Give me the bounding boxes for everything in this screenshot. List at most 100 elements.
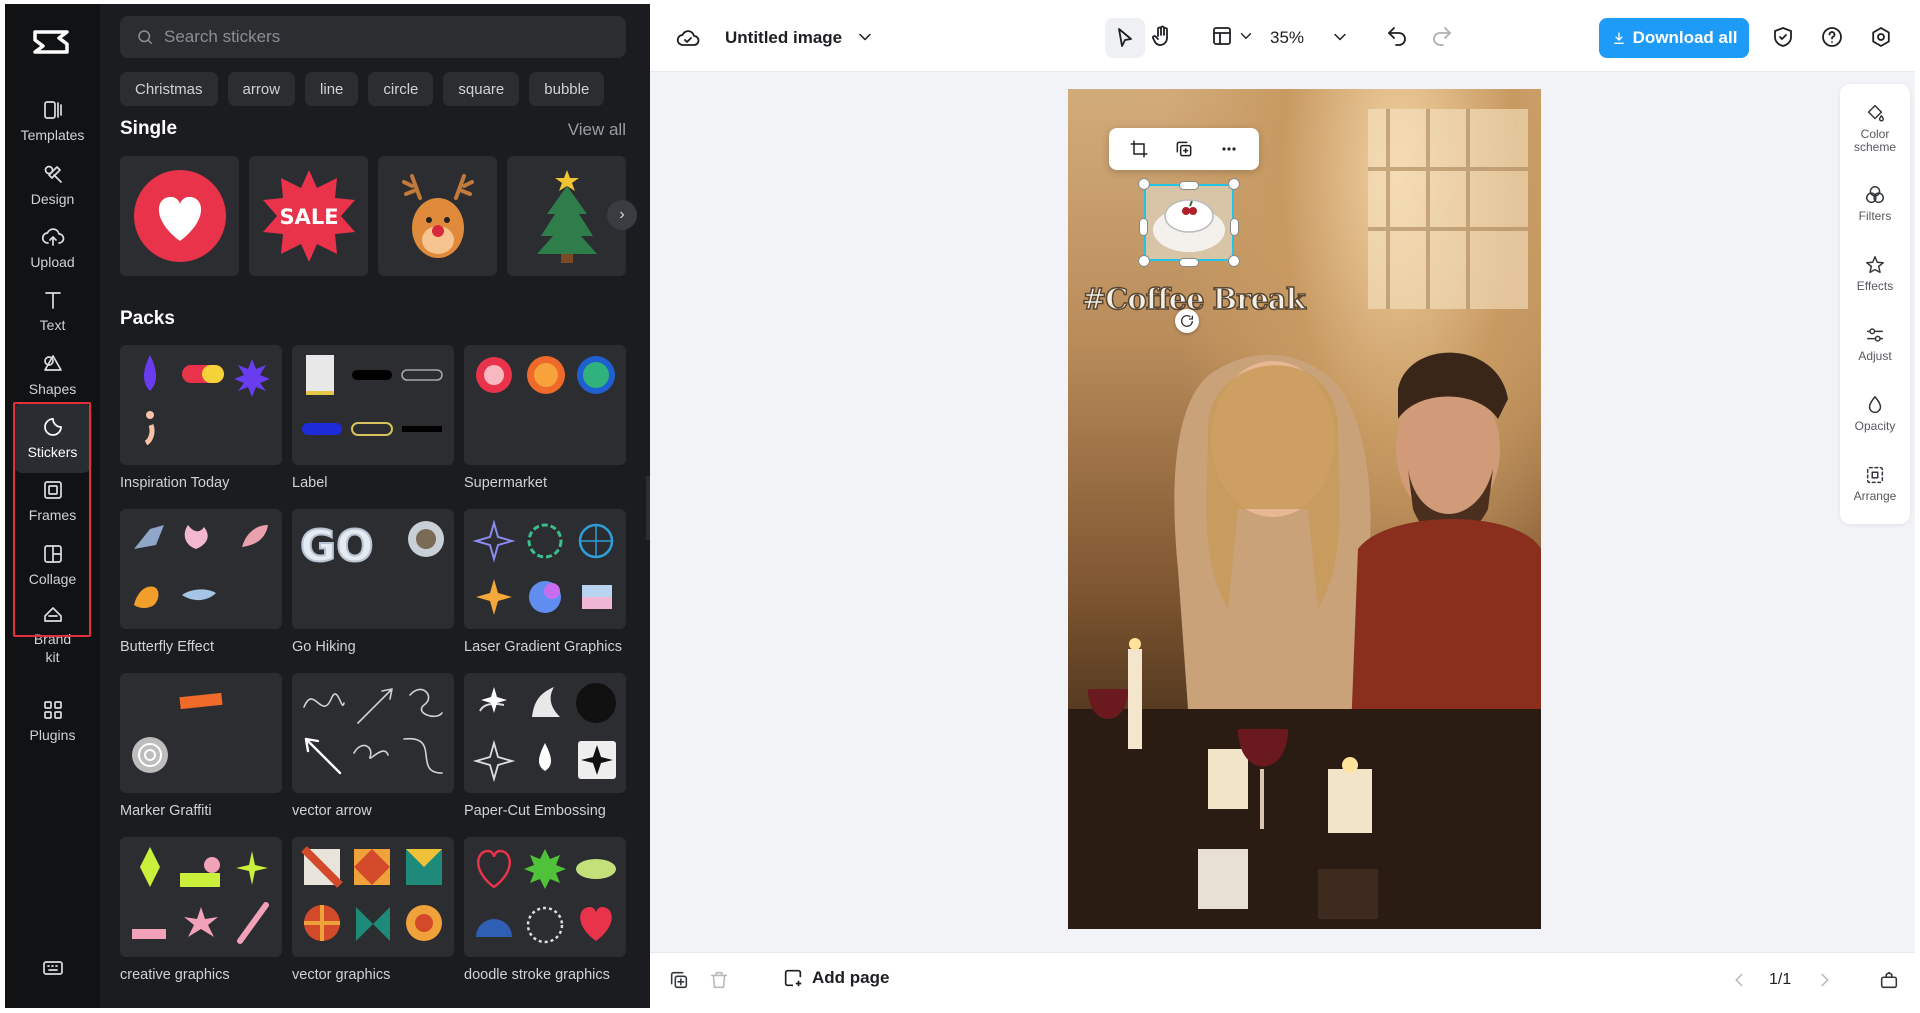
pack-label-pack[interactable]: Label: [292, 345, 454, 491]
pack-creative-graphics[interactable]: creative graphics: [120, 837, 282, 983]
page-indicator: 1/1: [1769, 971, 1792, 988]
pack-label: Marker Graffiti: [120, 803, 212, 819]
more-options-icon[interactable]: [1219, 139, 1239, 159]
undo-button[interactable]: [1385, 24, 1409, 48]
duplicate-page-button[interactable]: [668, 969, 690, 996]
rail-item-stickers[interactable]: Stickers: [13, 403, 92, 473]
rr-arrange[interactable]: Arrange: [1840, 464, 1910, 503]
chip-bubble[interactable]: bubble: [529, 72, 605, 106]
redo-button[interactable]: [1430, 24, 1454, 48]
arrange-icon: [1866, 466, 1884, 484]
select-tool-button[interactable]: [1105, 18, 1145, 58]
canvas-photo[interactable]: [1068, 89, 1541, 929]
resize-handle-left[interactable]: [1139, 218, 1148, 236]
rotate-handle[interactable]: [1175, 309, 1199, 333]
resize-handle-top-left[interactable]: [1138, 178, 1150, 190]
chip-circle[interactable]: circle: [368, 72, 434, 106]
search-icon: [138, 30, 153, 45]
rail-item-design[interactable]: Design: [13, 150, 92, 220]
layout-chevron-icon[interactable]: [1237, 27, 1255, 45]
rail-item-shapes[interactable]: Shapes: [13, 340, 92, 410]
capcut-logo-icon[interactable]: [29, 22, 73, 62]
layout-button[interactable]: [1210, 24, 1234, 48]
view-all-link[interactable]: View all: [568, 120, 626, 140]
gear-icon: [1872, 27, 1890, 47]
pack-doodle-stroke-graphics[interactable]: doodle stroke graphics: [464, 837, 626, 983]
pack-label: Butterfly Effect: [120, 639, 215, 655]
chip-square[interactable]: square: [443, 72, 520, 106]
title-dropdown-chevron-icon[interactable]: [855, 27, 875, 47]
rail-item-upload[interactable]: Upload: [13, 213, 92, 283]
delete-page-button[interactable]: [708, 969, 730, 996]
sliders-icon: [1866, 328, 1884, 342]
pack-marker-graffiti[interactable]: Marker Graffiti: [120, 673, 282, 819]
sale-sticker[interactable]: SALE: [249, 156, 368, 276]
pack-inspiration-today[interactable]: Inspiration Today: [120, 345, 282, 491]
keyboard-shortcuts-button[interactable]: [13, 948, 92, 988]
pack-laser-gradient-graphics[interactable]: Laser Gradient Graphics: [464, 509, 626, 655]
help-button[interactable]: [1820, 25, 1844, 49]
rail-item-templates[interactable]: Templates: [13, 86, 92, 156]
duplicate-page-icon: [670, 971, 688, 989]
crop-icon[interactable]: [1129, 139, 1149, 159]
hand-tool-button[interactable]: [1150, 24, 1174, 48]
duplicate-icon[interactable]: [1174, 139, 1194, 159]
chip-line[interactable]: line: [305, 72, 359, 106]
add-page-button[interactable]: Add page: [782, 967, 889, 989]
pack-butterfly-effect[interactable]: Butterfly Effect: [120, 509, 282, 655]
pack-thumbnail: [120, 837, 282, 957]
upload-icon: [41, 228, 64, 246]
resize-handle-right[interactable]: [1230, 218, 1239, 236]
pack-vector-graphics[interactable]: vector graphics: [292, 837, 454, 983]
canvas-area[interactable]: #Coffee Break: [650, 72, 1915, 952]
search-bar[interactable]: [120, 16, 626, 58]
rail-item-plugins[interactable]: Plugins: [13, 686, 92, 756]
rail-item-frames[interactable]: Frames: [13, 466, 92, 536]
heart-sticker[interactable]: [120, 156, 239, 276]
left-rail: Templates Design Upload Text Shapes Stic…: [5, 4, 100, 1008]
resize-handle-bottom[interactable]: [1179, 258, 1199, 267]
selected-coffee-cup-sticker[interactable]: [1144, 184, 1234, 261]
shield-check-button[interactable]: [1771, 25, 1795, 49]
cloud-save-icon[interactable]: [676, 26, 700, 50]
rr-color-scheme[interactable]: Color scheme: [1840, 102, 1910, 154]
resize-handle-bottom-left[interactable]: [1138, 255, 1150, 267]
download-all-button[interactable]: Download all: [1599, 18, 1749, 58]
plugins-icon: [43, 701, 62, 719]
search-input[interactable]: [164, 27, 604, 47]
page-panel-toggle[interactable]: [1878, 969, 1900, 996]
reindeer-sticker[interactable]: [378, 156, 497, 276]
chip-christmas[interactable]: Christmas: [120, 72, 218, 106]
resize-handle-top[interactable]: [1179, 181, 1199, 190]
rr-adjust[interactable]: Adjust: [1840, 324, 1910, 363]
pack-vector-arrow[interactable]: vector arrow: [292, 673, 454, 819]
resize-handle-bottom-right[interactable]: [1228, 255, 1240, 267]
pack-paper-cut-embossing[interactable]: Paper-Cut Embossing: [464, 673, 626, 819]
rail-item-brand-kit[interactable]: Brand kit: [13, 594, 92, 674]
pack-supermarket[interactable]: Supermarket: [464, 345, 626, 491]
collage-icon: [43, 545, 62, 563]
download-label: Download all: [1632, 28, 1738, 47]
rail-item-text[interactable]: Text: [13, 276, 92, 346]
chevron-left-icon: [1735, 973, 1743, 987]
pack-label: Label: [292, 475, 328, 491]
zoom-chevron-icon[interactable]: [1330, 27, 1350, 47]
chip-arrow[interactable]: arrow: [227, 72, 296, 106]
keyboard-icon: [42, 961, 63, 975]
document-title[interactable]: Untitled image: [725, 28, 842, 48]
rail-item-collage[interactable]: Collage: [13, 530, 92, 600]
settings-button[interactable]: [1869, 25, 1893, 49]
single-next-button[interactable]: ›: [607, 200, 637, 230]
single-stickers-row: SALE: [120, 156, 626, 276]
resize-handle-top-right[interactable]: [1228, 178, 1240, 190]
rr-opacity[interactable]: Opacity: [1840, 394, 1910, 433]
prev-page-button[interactable]: [1728, 969, 1750, 996]
next-page-button[interactable]: [1814, 969, 1836, 996]
zoom-level[interactable]: 35%: [1270, 28, 1304, 48]
rr-filters[interactable]: Filters: [1840, 184, 1910, 223]
pack-go-hiking[interactable]: GO Go Hiking: [292, 509, 454, 655]
pack-label: Supermarket: [464, 475, 548, 491]
rr-effects[interactable]: Effects: [1840, 254, 1910, 293]
rail-label: Stickers: [27, 444, 78, 460]
pack-label: Laser Gradient Graphics: [464, 639, 622, 655]
